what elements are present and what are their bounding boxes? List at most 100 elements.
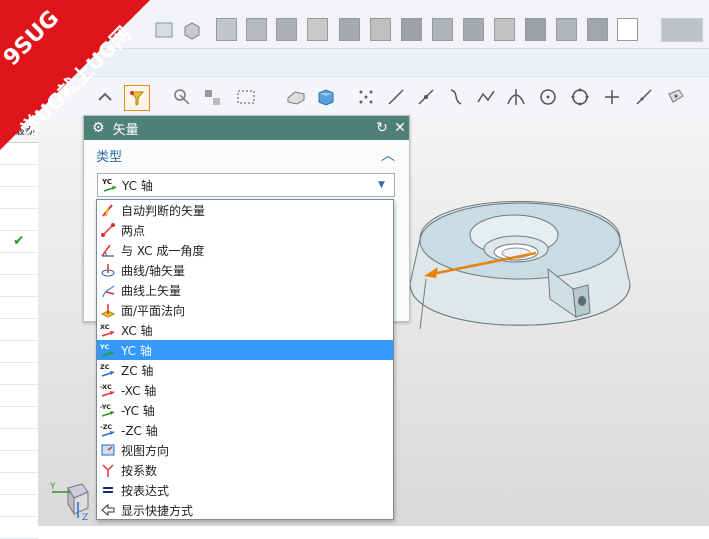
arc-center-icon[interactable] — [536, 85, 560, 109]
dropdown-item[interactable]: 显示快捷方式 — [97, 500, 393, 520]
chevron-down-icon[interactable]: ▼ — [378, 180, 394, 190]
dropdown-item[interactable]: 按系数 — [97, 460, 393, 480]
dropdown-item-label: 与 XC 成一角度 — [121, 243, 205, 258]
panel-row[interactable] — [0, 517, 38, 539]
dropdown-item[interactable]: YC YC 轴 — [97, 340, 393, 360]
intersection-icon[interactable] — [504, 85, 528, 109]
show-shortcuts-icon — [99, 501, 117, 519]
curve-icon[interactable] — [444, 85, 468, 109]
snap-point-icon[interactable] — [170, 85, 194, 109]
close-icon[interactable]: ✕ — [391, 120, 409, 136]
color-swatch-5[interactable] — [339, 18, 360, 41]
type-select[interactable]: YC YC 轴 ▼ — [97, 173, 395, 197]
panel-row[interactable] — [0, 143, 38, 165]
panel-row[interactable] — [0, 275, 38, 297]
dropdown-item[interactable]: 与 XC 成一角度 — [97, 240, 393, 260]
panel-row[interactable] — [0, 165, 38, 187]
dropdown-item[interactable]: -ZC -ZC 轴 — [97, 420, 393, 440]
svg-text:YC: YC — [100, 343, 109, 351]
dropdown-item[interactable]: 按表达式 — [97, 480, 393, 500]
color-swatch-3[interactable] — [276, 18, 297, 41]
point-cloud-icon[interactable] — [354, 85, 378, 109]
panel-row[interactable] — [0, 209, 38, 231]
svg-text:-YC: -YC — [100, 403, 111, 411]
reset-icon[interactable]: ↻ — [373, 120, 391, 136]
type-select-value: YC 轴 — [122, 178, 153, 193]
color-swatch-13[interactable] — [587, 18, 608, 41]
dropdown-item[interactable]: ZC ZC 轴 — [97, 360, 393, 380]
dropdown-item[interactable]: 曲线/轴矢量 — [97, 260, 393, 280]
dropdown-item[interactable]: -YC -YC 轴 — [97, 400, 393, 420]
inferred-vector-icon — [99, 201, 117, 219]
type-dropdown-list: 自动判断的矢量 两点与 XC 成一角度曲线/轴矢量 曲线上矢量 面/平面法向 XC XC … — [96, 199, 394, 520]
triad-z-label: Z — [82, 513, 88, 522]
face-select-icon[interactable] — [314, 85, 338, 109]
color-swatch-10[interactable] — [494, 18, 515, 41]
dropdown-item-label: 按系数 — [121, 463, 158, 478]
panel-row-checked[interactable]: ✔ — [0, 231, 38, 253]
quadrant-point-icon[interactable] — [568, 85, 592, 109]
polyline-icon[interactable] — [474, 85, 498, 109]
dropdown-item[interactable]: XC XC 轴 — [97, 320, 393, 340]
color-swatch-8[interactable] — [432, 18, 453, 41]
type-section-header[interactable]: 类型 ︿ — [90, 140, 403, 170]
dropdown-item-label: 显示快捷方式 — [121, 503, 194, 518]
snap-icon[interactable] — [94, 85, 118, 109]
dropdown-item[interactable]: 曲线上矢量 — [97, 280, 393, 300]
midpoint-icon[interactable] — [414, 85, 438, 109]
color-swatch-12[interactable] — [556, 18, 577, 41]
svg-text:ZC: ZC — [100, 363, 110, 371]
triad-y-label: Y — [49, 482, 56, 492]
dropdown-item[interactable]: 两点 — [97, 220, 393, 240]
chevron-up-icon[interactable]: ︿ — [381, 145, 395, 165]
type-section-label: 类型 — [96, 149, 123, 165]
panel-row[interactable] — [0, 341, 38, 363]
color-swatch-4[interactable] — [307, 18, 328, 41]
panel-row[interactable] — [0, 429, 38, 451]
dropdown-item-label: ZC 轴 — [121, 363, 154, 378]
panel-row[interactable] — [0, 451, 38, 473]
dialog-titlebar[interactable]: ⚙ 矢量 ↻ ✕ — [84, 116, 409, 140]
dropdown-item[interactable]: 面/平面法向 — [97, 300, 393, 320]
panel-row[interactable] — [0, 363, 38, 385]
display-icon[interactable] — [152, 18, 176, 42]
color-swatch-6[interactable] — [370, 18, 391, 41]
curve-axis-vector-icon — [99, 261, 117, 279]
existing-point-icon[interactable] — [600, 85, 624, 109]
panel-row[interactable] — [0, 187, 38, 209]
panel-row[interactable] — [0, 319, 38, 341]
dialog-title: 矢量 — [112, 122, 139, 138]
color-swatch-11[interactable] — [525, 18, 546, 41]
panel-row[interactable] — [0, 297, 38, 319]
dropdown-item-label: 按表达式 — [121, 483, 170, 498]
assembly-icon[interactable] — [200, 85, 224, 109]
dropdown-item-label: XC 轴 — [121, 323, 153, 338]
dropdown-item[interactable]: 视图方向 — [97, 440, 393, 460]
shaded-icon[interactable] — [180, 18, 204, 42]
svg-text:-XC: -XC — [100, 383, 112, 391]
panel-row[interactable] — [0, 407, 38, 429]
color-swatch-9[interactable] — [463, 18, 484, 41]
panel-row[interactable] — [0, 253, 38, 275]
point-on-face-icon[interactable] — [664, 85, 688, 109]
color-swatch-2[interactable] — [246, 18, 267, 41]
color-swatch-white[interactable] — [617, 18, 638, 41]
rectangle-select-icon[interactable] — [234, 85, 258, 109]
color-swatch-7[interactable] — [401, 18, 422, 41]
color-swatch-1[interactable] — [216, 18, 237, 41]
svg-text:-ZC: -ZC — [100, 423, 112, 431]
part-model[interactable] — [398, 189, 643, 369]
line-endpoint-icon[interactable] — [384, 85, 408, 109]
body-select-icon[interactable] — [284, 85, 308, 109]
panel-row[interactable] — [0, 473, 38, 495]
point-on-curve-icon[interactable] — [632, 85, 656, 109]
panel-row[interactable] — [0, 385, 38, 407]
color-swatch-wide[interactable] — [661, 18, 703, 42]
dropdown-item[interactable]: 自动判断的矢量 — [97, 200, 393, 220]
type-filter-icon[interactable] — [124, 85, 150, 111]
dropdown-item[interactable]: -XC -XC 轴 — [97, 380, 393, 400]
resource-panel: 最新 ✔ — [0, 120, 39, 539]
panel-row[interactable] — [0, 495, 38, 517]
gear-icon[interactable]: ⚙ — [92, 120, 105, 136]
dropdown-item-label: -YC 轴 — [121, 403, 155, 418]
